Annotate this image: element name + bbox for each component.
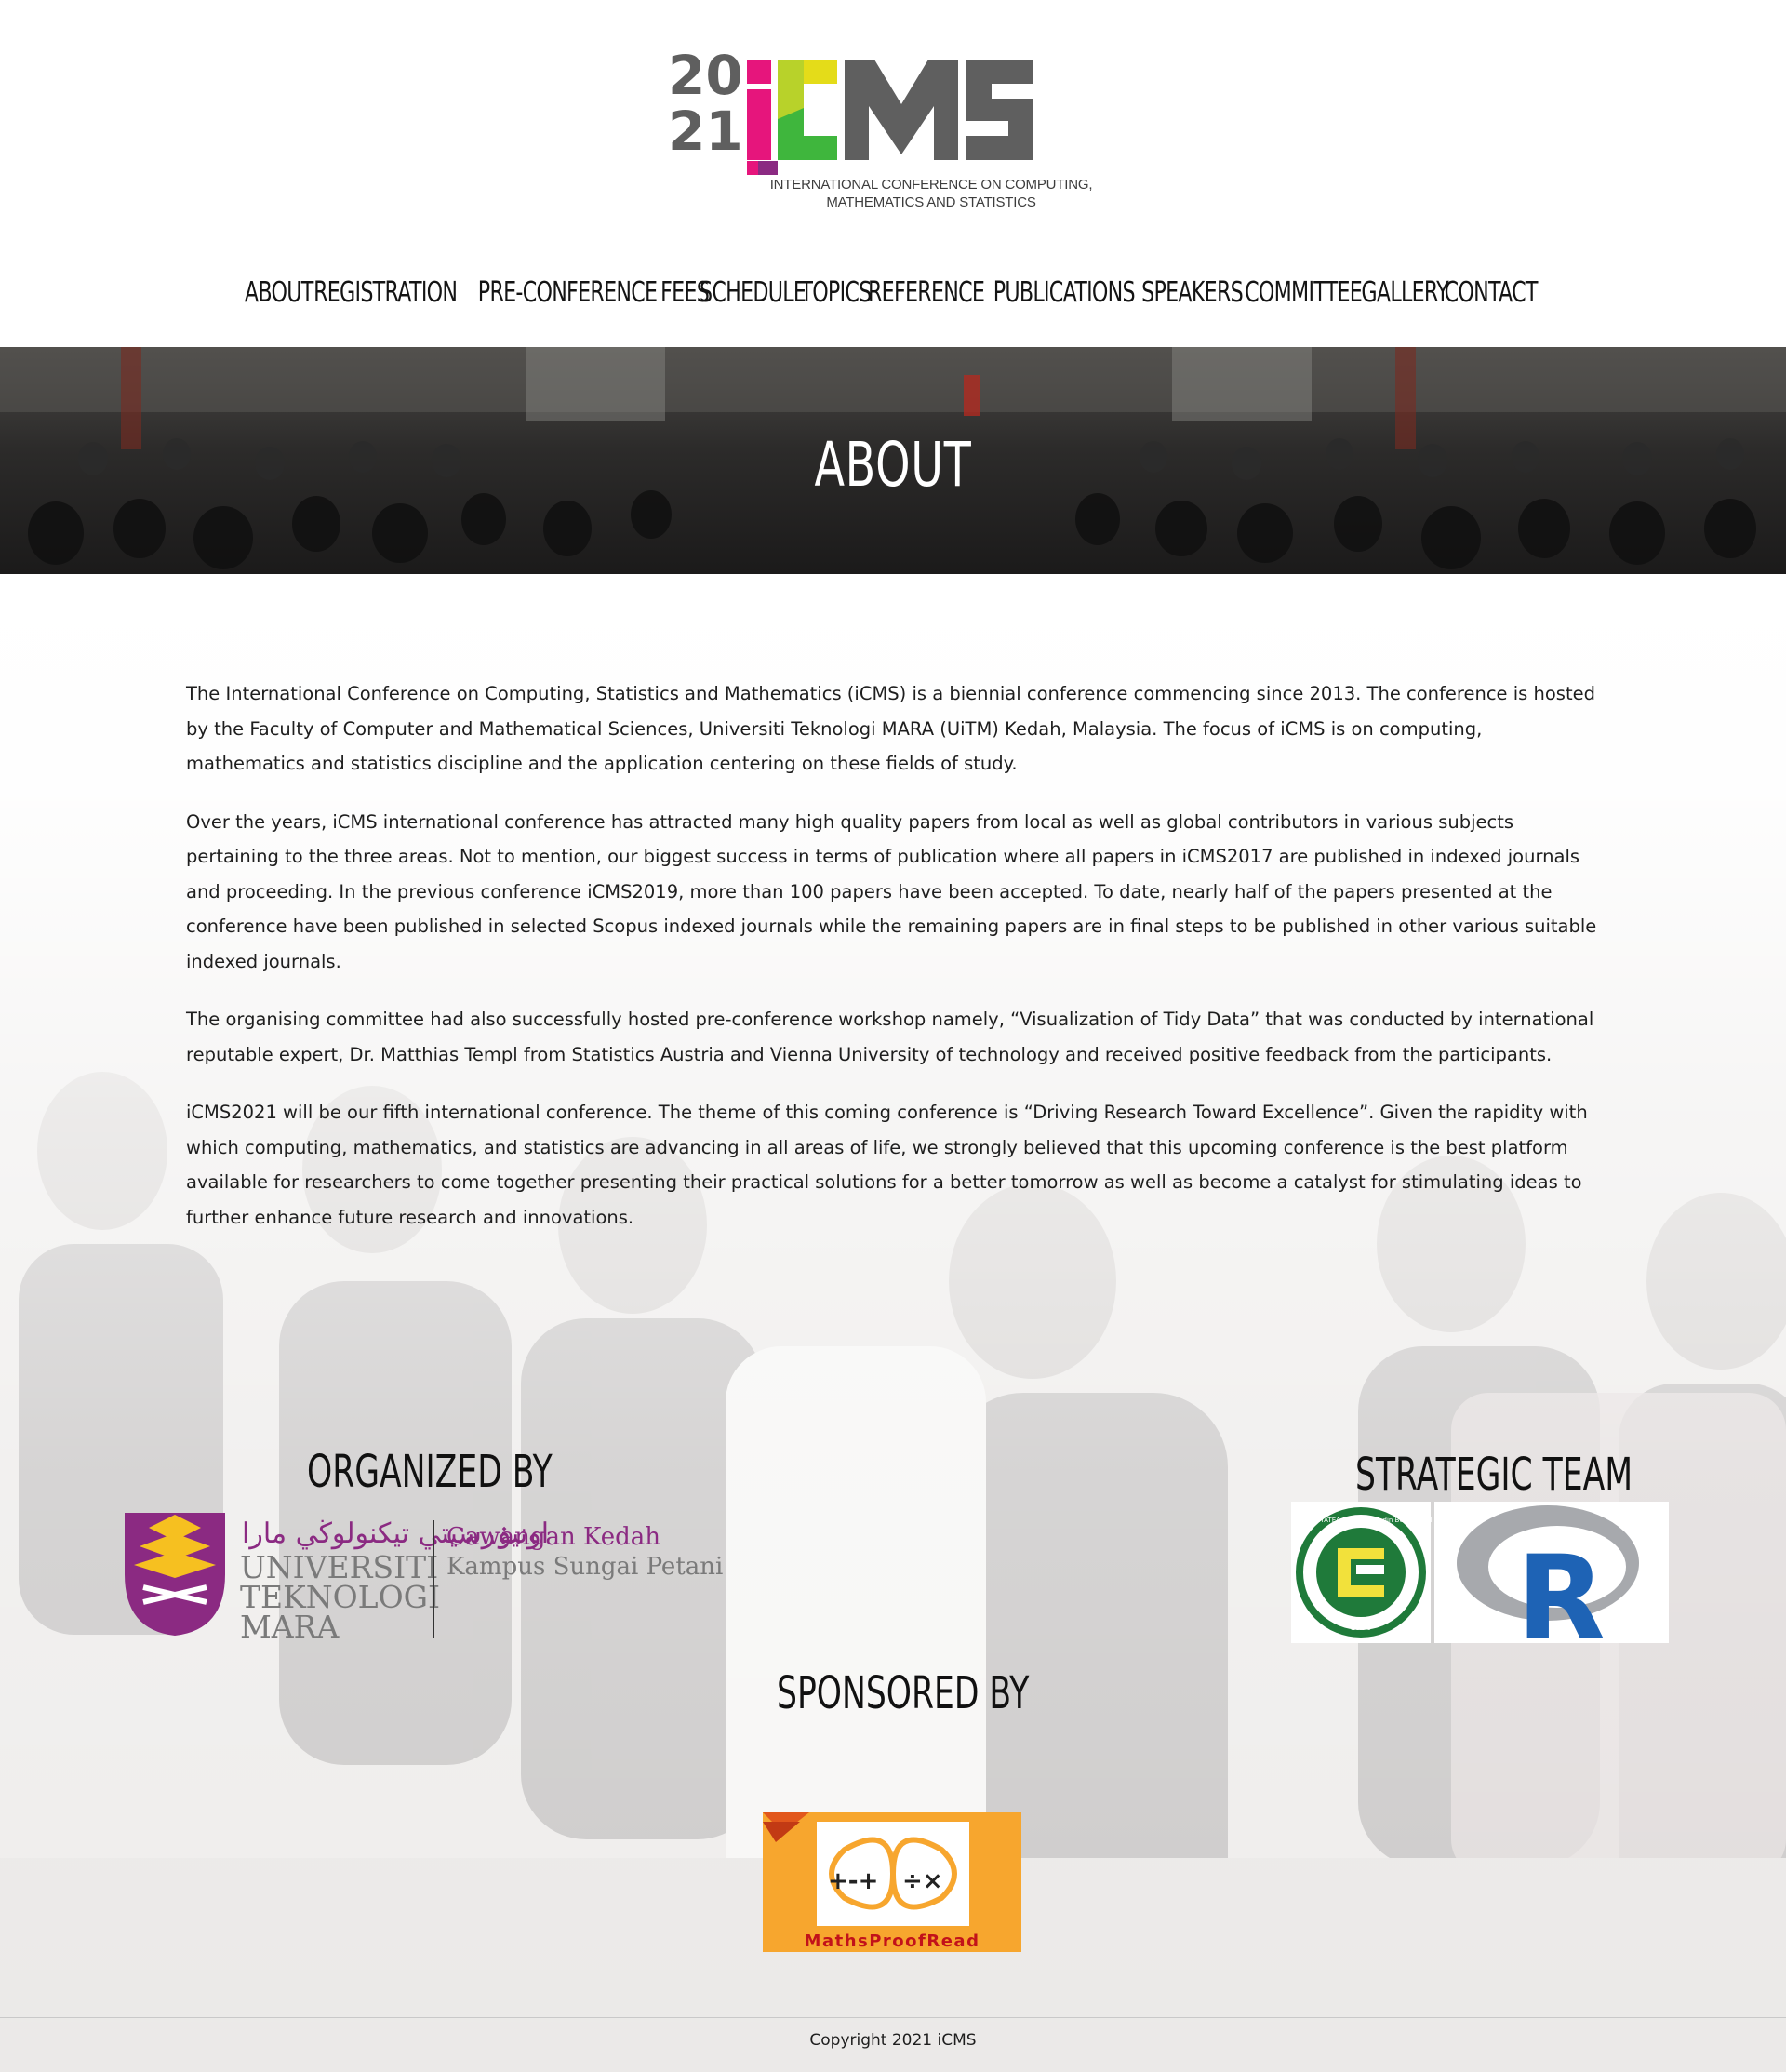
nav-contact[interactable]: CONTACT: [1444, 276, 1538, 309]
logo-caption-line2: MATHEMATICS AND STATISTICS: [826, 194, 1036, 210]
page-banner: ABOUT: [0, 347, 1786, 574]
ecologica-year: 1990: [1351, 1624, 1372, 1633]
sponsor-symbols-left: +-+: [828, 1867, 878, 1895]
strategic-team-title: STRATEGIC TEAM: [1355, 1449, 1633, 1501]
icms-2021-logo[interactable]: 20 21 INTERNATIONAL CONFERENCE ON COMPUT…: [668, 52, 1118, 212]
sponsor-symbols-right: ÷×: [902, 1867, 943, 1895]
logo-caption: INTERNATIONAL CONFERENCE ON COMPUTING, M…: [744, 176, 1118, 211]
copyright-text: Copyright 2021 iCMS: [809, 2031, 977, 2050]
about-text: The International Conference on Computin…: [186, 676, 1600, 1258]
banner-title: ABOUT: [814, 429, 972, 501]
logo-s: [966, 60, 1033, 160]
about-paragraph-1: The International Conference on Computin…: [186, 683, 1595, 774]
logo-i-stem: [747, 89, 771, 160]
logo-i-dot: [747, 60, 771, 84]
nav-topics[interactable]: TOPICS: [801, 276, 873, 309]
main-content: The International Conference on Computin…: [0, 574, 1786, 2072]
nav-registration[interactable]: REGISTRATION: [314, 276, 459, 309]
logo-caption-line1: INTERNATIONAL CONFERENCE ON COMPUTING,: [769, 177, 1093, 193]
nav-schedule[interactable]: SCHEDULE: [700, 276, 806, 309]
logo-accent-pink: [747, 161, 758, 175]
organized-by-title: ORGANIZED BY: [307, 1446, 553, 1498]
logo-year-bottom: 21: [668, 100, 743, 163]
uitm-logo[interactable]: اونيۏرسيتي تيكنولوڬي مارا UNIVERSITI TEK…: [121, 1509, 735, 1639]
footer-divider: [0, 2017, 1786, 2018]
mathsproofread-logo[interactable]: +-+ ÷× MathsProofRead: [763, 1812, 1021, 1952]
nav-speakers[interactable]: SPEAKERS: [1141, 276, 1244, 309]
uitm-line3: MARA: [240, 1609, 340, 1639]
about-paragraph-4: iCMS2021 will be our fifth international…: [186, 1102, 1588, 1228]
ecologica-text: UNIVERSITATEA ECOLOGICA din BUCURESTI: [1291, 1517, 1433, 1524]
main-nav: ABOUT REGISTRATION PRE-CONFERENCE FEES S…: [0, 270, 1786, 314]
nav-publications[interactable]: PUBLICATIONS: [993, 276, 1136, 309]
nav-reference[interactable]: REFERENCE: [868, 276, 985, 309]
sponsored-by-title: SPONSORED BY: [777, 1667, 1030, 1719]
nav-gallery[interactable]: GALLERY: [1362, 276, 1449, 309]
r-letter: R: [1516, 1531, 1605, 1643]
sponsor-name: MathsProofRead: [805, 1932, 980, 1951]
nav-pre-conference[interactable]: PRE-CONFERENCE: [478, 276, 658, 309]
uitm-divider: [433, 1520, 434, 1638]
site-header: 20 21 INTERNATIONAL CONFERENCE ON COMPUT…: [0, 0, 1786, 347]
about-paragraph-2: Over the years, iCMS international confe…: [186, 810, 1597, 972]
uitm-branch-line2: Kampus Sungai Petani: [446, 1553, 723, 1581]
logo-m: [845, 60, 958, 160]
about-paragraph-3: The organising committee had also succes…: [186, 1009, 1594, 1065]
nav-about[interactable]: ABOUT: [245, 276, 313, 309]
strategic-team-logos: UNIVERSITATEA ECOLOGICA din BUCURESTI 19…: [1291, 1502, 1669, 1643]
nav-committee[interactable]: COMMITTEE: [1245, 276, 1363, 309]
logo-c-lower: [778, 108, 837, 160]
uitm-branch-line1: Cawangan Kedah: [446, 1523, 660, 1551]
logo-accent-purple: [758, 161, 778, 175]
